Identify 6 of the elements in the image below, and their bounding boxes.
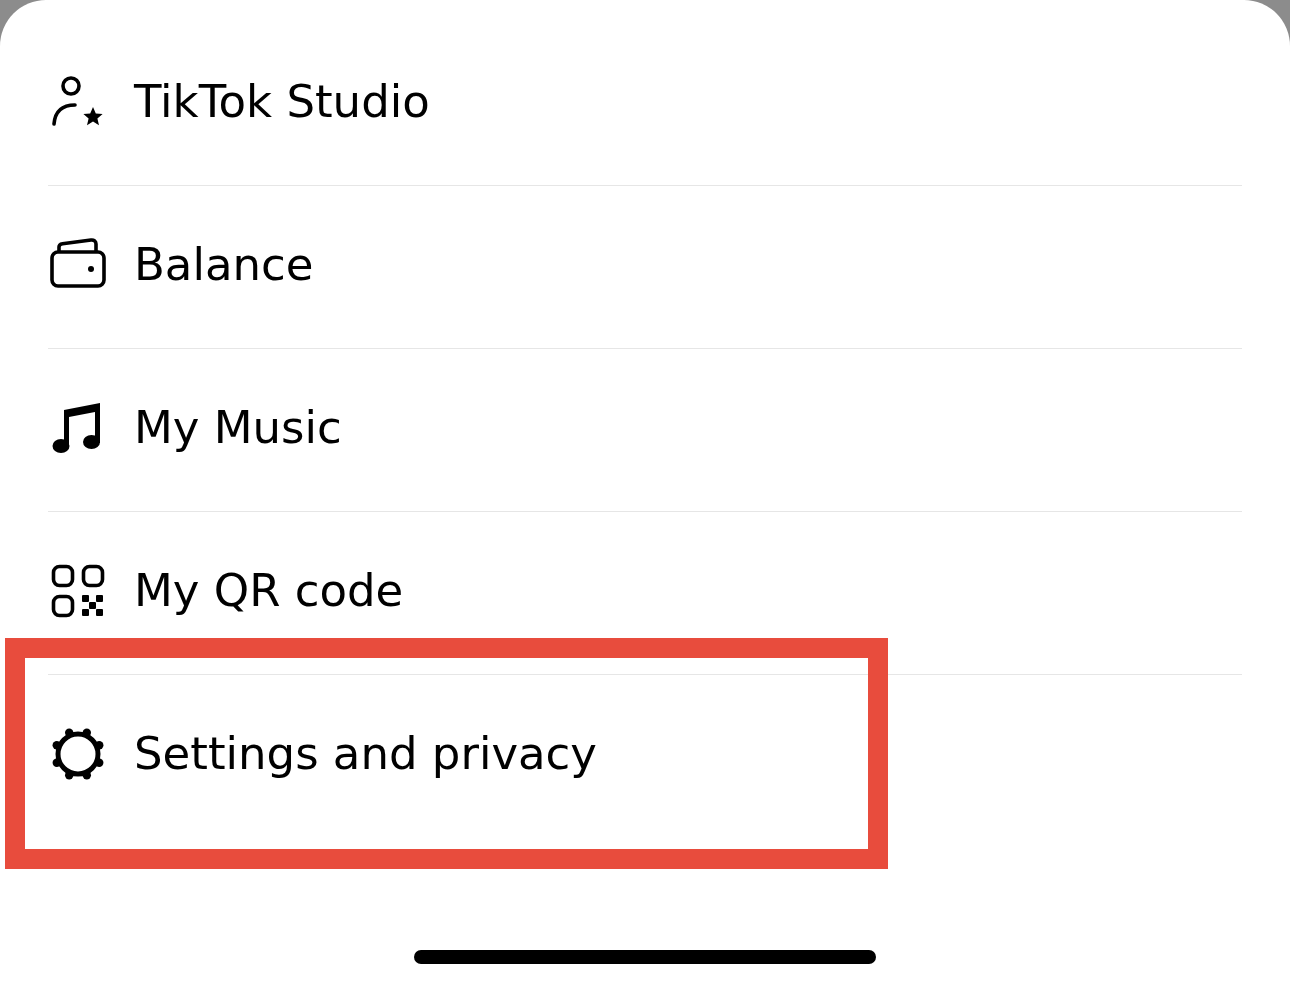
menu-item[interactable]: My Music: [48, 349, 1242, 511]
menu-item[interactable]: TikTok Studio: [48, 23, 1242, 185]
menu-item[interactable]: My QR code: [48, 512, 1242, 674]
qr-code-icon: [50, 562, 106, 619]
menu-item[interactable]: Balance: [48, 186, 1242, 348]
menu-item[interactable]: Settings and privacy: [48, 675, 1242, 837]
